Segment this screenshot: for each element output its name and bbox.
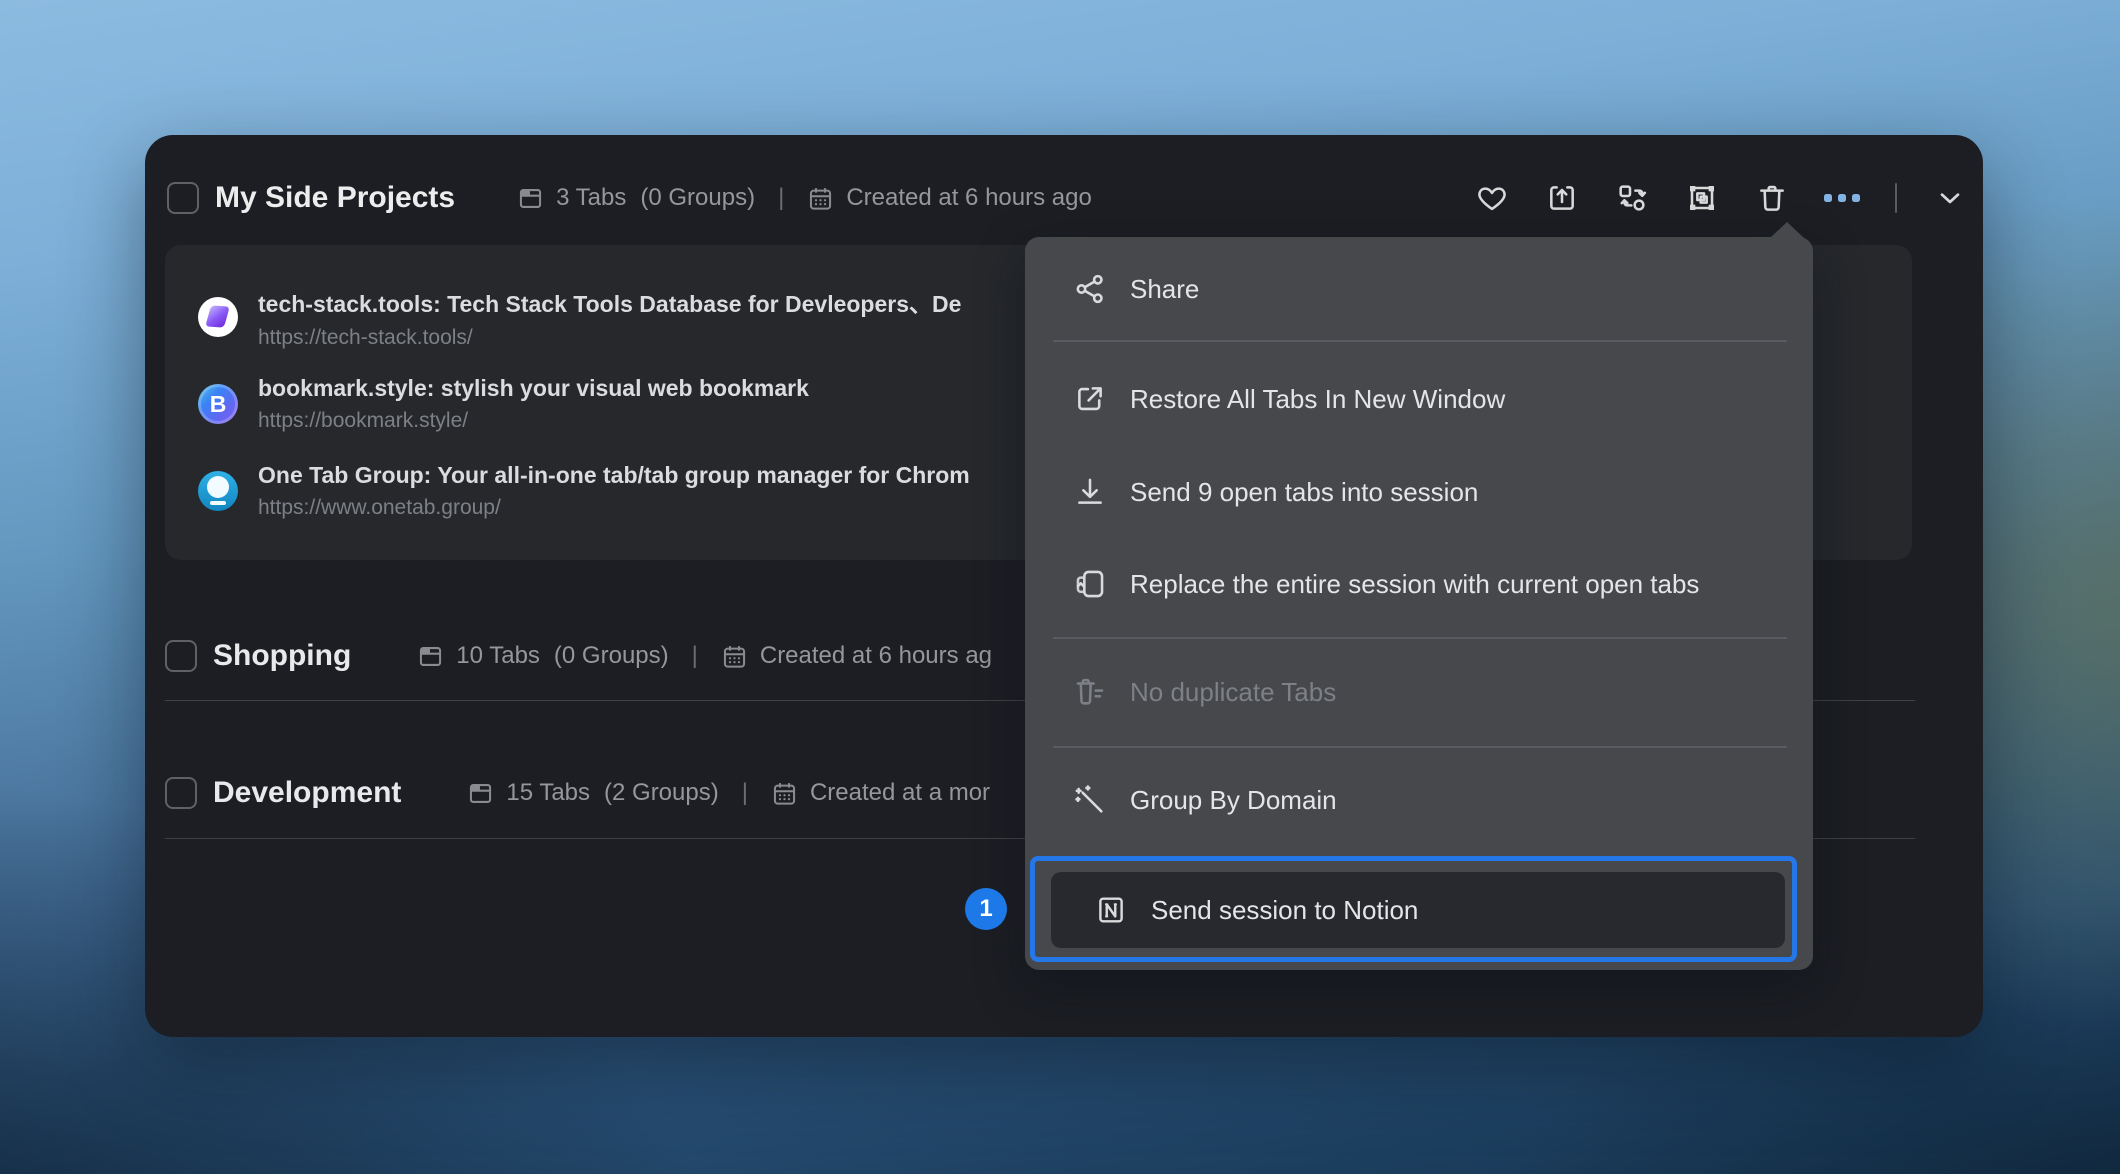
created-at: Created at a mor	[810, 779, 990, 807]
collapse-button[interactable]	[1933, 181, 1967, 215]
session-toolbar	[1475, 181, 1967, 215]
created-at: Created at 6 hours ago	[846, 184, 1092, 212]
menu-item-send-open-tabs[interactable]: Send 9 open tabs into session	[1025, 462, 1813, 522]
tab-url: https://bookmark.style/	[258, 409, 809, 433]
bookmark-style-favicon: B	[198, 384, 238, 424]
menu-item-group-by-domain[interactable]: Group By Domain	[1025, 770, 1813, 830]
trash-icon	[1756, 182, 1788, 214]
menu-item-label: Replace the entire session with current …	[1130, 569, 1699, 600]
tabs-count: 3 Tabs	[556, 184, 626, 212]
restore-window-icon	[1546, 182, 1578, 214]
tab-url: https://www.onetab.group/	[258, 496, 970, 520]
meta-separator: |	[778, 184, 784, 212]
notion-icon	[1094, 893, 1128, 927]
groups-count: (0 Groups)	[640, 184, 755, 212]
collapse-chevron-icon	[1934, 182, 1966, 214]
groups-count: (0 Groups)	[554, 642, 669, 670]
external-link-icon	[1073, 382, 1107, 416]
delete-session-button[interactable]	[1755, 181, 1789, 215]
share-icon	[1073, 272, 1107, 306]
meta-separator: |	[742, 779, 748, 807]
menu-pointer-arrow	[1770, 222, 1804, 238]
tab-title: tech-stack.tools: Tech Stack Tools Datab…	[258, 285, 961, 319]
menu-item-replace-session[interactable]: Replace the entire session with current …	[1025, 554, 1813, 614]
groups-count: (2 Groups)	[604, 779, 719, 807]
session-checkbox[interactable]	[165, 640, 197, 672]
session-name: Development	[213, 776, 401, 810]
session-row-shopping[interactable]: Shopping 10 Tabs (0 Groups) | Created at…	[165, 632, 992, 680]
session-name: Shopping	[213, 639, 351, 673]
tabs-count: 15 Tabs	[506, 779, 590, 807]
calendar-icon	[721, 643, 748, 670]
heart-icon	[1476, 182, 1508, 214]
menu-item-label: Restore All Tabs In New Window	[1130, 384, 1505, 415]
swap-tabs-icon	[1616, 182, 1648, 214]
tab-count-icon	[417, 643, 444, 670]
tab-title: bookmark.style: stylish your visual web …	[258, 375, 809, 402]
restore-session-button[interactable]	[1545, 181, 1579, 215]
dedupe-trash-icon	[1073, 675, 1107, 709]
more-menu-button[interactable]	[1825, 181, 1859, 215]
snapshot-icon	[1686, 182, 1718, 214]
menu-item-label: Send session to Notion	[1151, 895, 1418, 926]
session-meta: 15 Tabs (2 Groups) | Created at a mor	[467, 779, 990, 807]
session-title: My Side Projects	[215, 181, 455, 215]
magic-wand-icon	[1073, 783, 1107, 817]
menu-item-label: Share	[1130, 274, 1199, 305]
tab-url: https://tech-stack.tools/	[258, 326, 961, 350]
menu-item-send-session-to-notion[interactable]: Send session to Notion	[1051, 872, 1785, 948]
menu-item-restore-all-tabs[interactable]: Restore All Tabs In New Window	[1025, 369, 1813, 429]
calendar-icon	[807, 185, 834, 212]
one-tab-group-favicon	[198, 471, 238, 511]
meta-separator: |	[692, 642, 698, 670]
menu-item-no-duplicate-tabs: No duplicate Tabs	[1025, 662, 1813, 722]
download-icon	[1073, 475, 1107, 509]
swap-tabs-button[interactable]	[1615, 181, 1649, 215]
menu-divider	[1053, 340, 1787, 342]
session-row-development[interactable]: Development 15 Tabs (2 Groups) | Created…	[165, 769, 990, 817]
annotation-highlight-box: Send session to Notion	[1030, 856, 1797, 962]
session-meta: 3 Tabs (0 Groups) | Created at 6 hours a…	[517, 184, 1092, 212]
calendar-icon	[771, 780, 798, 807]
session-context-menu: Share Restore All Tabs In New Window Sen…	[1025, 237, 1813, 970]
annotation-step-badge: 1	[965, 888, 1007, 930]
tabs-count: 10 Tabs	[456, 642, 540, 670]
toolbar-divider	[1895, 183, 1897, 213]
tab-count-icon	[517, 185, 544, 212]
session-checkbox[interactable]	[167, 182, 199, 214]
menu-divider	[1053, 637, 1787, 639]
menu-item-label: Send 9 open tabs into session	[1130, 477, 1478, 508]
session-checkbox[interactable]	[165, 777, 197, 809]
replace-icon	[1073, 567, 1107, 601]
tab-title: One Tab Group: Your all-in-one tab/tab g…	[258, 462, 970, 489]
session-meta: 10 Tabs (0 Groups) | Created at 6 hours …	[417, 642, 992, 670]
created-at: Created at 6 hours ag	[760, 642, 992, 670]
menu-item-label: Group By Domain	[1130, 785, 1337, 816]
tab-count-icon	[467, 780, 494, 807]
menu-item-share[interactable]: Share	[1025, 259, 1813, 319]
menu-item-label: No duplicate Tabs	[1130, 677, 1336, 708]
tech-stack-favicon	[198, 297, 238, 337]
favorite-button[interactable]	[1475, 181, 1509, 215]
snapshot-button[interactable]	[1685, 181, 1719, 215]
more-ellipsis-icon	[1824, 194, 1860, 202]
menu-divider	[1053, 746, 1787, 748]
session-header: My Side Projects 3 Tabs (0 Groups) | Cre…	[167, 168, 1967, 228]
